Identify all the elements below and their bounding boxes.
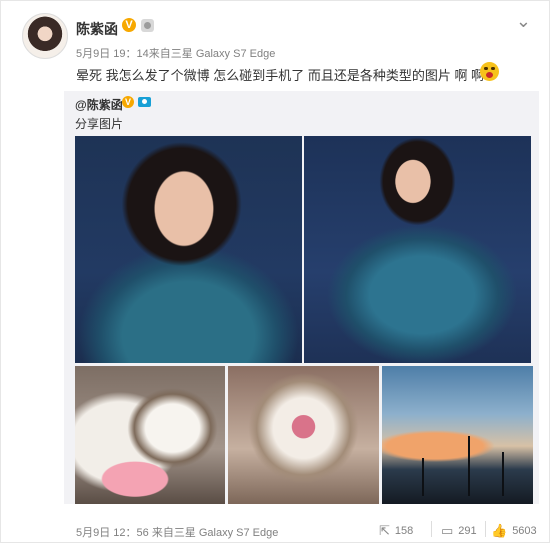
repost-count: 158 bbox=[394, 525, 414, 537]
comment-button[interactable]: ▭ 291 bbox=[441, 523, 477, 539]
portrait-photo-2[interactable] bbox=[304, 136, 531, 363]
weibo-card: 陈紫函 V ⌄ 5月9日 19：14来自三星 Galaxy S7 Edge 晕死… bbox=[0, 0, 550, 543]
like-button[interactable]: 👍 5603 bbox=[491, 523, 537, 539]
shocked-emoji-icon bbox=[480, 62, 499, 81]
repost-label: 分享图片 bbox=[75, 117, 124, 131]
cat-closeup-photo[interactable] bbox=[228, 366, 379, 504]
comment-icon: ▭ bbox=[441, 523, 454, 538]
divider bbox=[485, 521, 486, 537]
post-meta: 5月9日 19：14来自三星 Galaxy S7 Edge bbox=[76, 48, 276, 60]
palm-tree bbox=[468, 436, 470, 496]
camera-icon bbox=[138, 97, 151, 107]
palm-tree bbox=[502, 452, 504, 496]
repost-author[interactable]: @陈紫函 bbox=[75, 96, 123, 113]
post-text: 晕死 我怎么发了个微博 怎么碰到手机了 而且还是各种类型的图片 啊 啊 bbox=[76, 68, 485, 83]
divider bbox=[431, 521, 432, 537]
chevron-down-icon[interactable]: ⌄ bbox=[516, 12, 531, 30]
cat-cake-photo[interactable] bbox=[75, 366, 225, 504]
sunset-palms-photo[interactable] bbox=[382, 366, 533, 504]
level-icon[interactable] bbox=[141, 19, 154, 32]
verified-badge-icon: V bbox=[122, 18, 136, 32]
reposted-content[interactable]: @陈紫函 V 分享图片 bbox=[64, 91, 539, 504]
palm-tree bbox=[422, 458, 424, 496]
post-author[interactable]: 陈紫函 bbox=[76, 19, 118, 39]
repost-icon: ⇱ bbox=[379, 523, 390, 538]
portrait-photo-1[interactable] bbox=[75, 136, 302, 363]
thumbs-up-icon: 👍 bbox=[491, 523, 508, 538]
avatar[interactable] bbox=[22, 13, 68, 59]
footer-meta: 5月9日 12：56 来自三星 Galaxy S7 Edge bbox=[76, 527, 279, 539]
like-count: 5603 bbox=[512, 525, 537, 537]
repost-button[interactable]: ⇱ 158 bbox=[379, 523, 413, 539]
verified-badge-icon: V bbox=[122, 96, 134, 108]
comment-count: 291 bbox=[458, 525, 477, 537]
